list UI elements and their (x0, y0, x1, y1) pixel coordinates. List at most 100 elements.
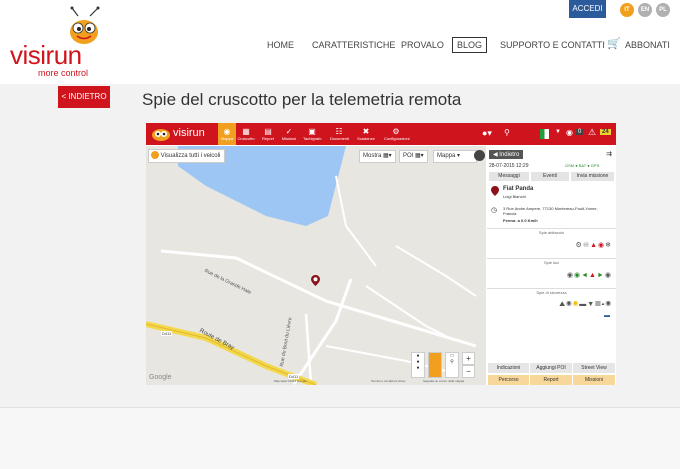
vehicle-panel: ◀ Indietro ⇉ 28-07-2015 12:29 GSM ● BAT … (487, 146, 616, 385)
logo-wordmark: visirun (10, 40, 82, 70)
report-icon: ▤ (264, 127, 272, 136)
poi-dropdown[interactable]: POI ▦▾ (399, 150, 428, 163)
action-report[interactable]: Report (530, 375, 572, 385)
action-street-view[interactable]: Street View (573, 363, 615, 373)
logo-tagline: more control (38, 68, 89, 78)
flag-italy-icon[interactable] (540, 129, 554, 139)
expand-icon[interactable]: ⇉ (606, 150, 612, 158)
vehicle-name: Fiat Panda (503, 186, 534, 192)
tachograph-icon: ▣ (308, 127, 316, 136)
action-aggiungi-poi[interactable]: Aggiungi POI (530, 363, 572, 373)
section-title: Spie luci (543, 260, 560, 265)
panel-tab-messaggi[interactable]: Messaggi (489, 172, 529, 181)
user-icon[interactable]: ●▾ (482, 128, 492, 139)
toolbar-missioni[interactable]: ✓ Missioni (280, 127, 298, 141)
app-brand: visirun (173, 127, 205, 139)
nav-provalo[interactable]: PROVALO (401, 40, 444, 50)
section-title: Spie abitacolo (538, 230, 565, 235)
show-all-icon (151, 151, 159, 160)
toolbar-documenti[interactable]: ☷ Documenti (330, 127, 349, 141)
pan-control[interactable]: ● ● ● (411, 352, 425, 378)
chevron-down-icon[interactable]: ▼ (555, 129, 561, 135)
map-settings-icon[interactable] (474, 150, 485, 161)
chat-count-badge: 0 (576, 129, 584, 135)
vehicle-marker-icon[interactable] (311, 273, 320, 286)
map-report-link[interactable]: Segnala un errore nella mappa (423, 379, 464, 383)
road-grey-3 (304, 313, 313, 385)
footer-band (0, 407, 680, 469)
clock-icon: ◷ (491, 207, 498, 214)
vehicle-status: Fermo: a 0.0 Km/h (503, 218, 538, 223)
map-canvas (146, 146, 477, 385)
map-terms-link[interactable]: Termini e condizioni d'uso (371, 379, 405, 383)
map-copyright: Map data ©2015 Google (274, 379, 307, 383)
globe-icon: ◉ (223, 127, 231, 136)
nav-supporto[interactable]: SUPPORTO E CONTATTI (500, 40, 605, 50)
action-missioni[interactable]: Missioni (573, 375, 615, 385)
app-screenshot: visirun ◉ Mappa ▦ Cruscotto ▤ Report ✓ Missi… (146, 123, 616, 385)
google-logo: Google (149, 374, 172, 381)
dashboard-icon: ▦ (242, 127, 250, 136)
toolbar-tachigrafo[interactable]: ▣ Tachigrafo (303, 127, 321, 141)
lang-en-button[interactable]: EN (638, 3, 652, 17)
map-type-dropdown[interactable]: Mappa ▾ (433, 150, 477, 163)
cart-icon-app[interactable]: ⚲ (504, 128, 510, 137)
nav-abbonati[interactable]: ABBONATI (625, 40, 670, 50)
map-view[interactable]: Visualizza tutti i veicoli Mostra ▦▾ POI… (146, 146, 486, 385)
check-icon: ✓ (285, 127, 293, 136)
cogs-icon: ⚙ (392, 127, 400, 136)
safety-warning-icons: ⛰◉◉▬▼▤▴◉ (559, 301, 612, 308)
lights-section: Spie luci ◉◉◄▲►◉ (487, 258, 616, 289)
road-grey-2 (292, 278, 353, 385)
show-dropdown[interactable]: Mostra ▦▾ (359, 150, 396, 163)
vehicle-pin-icon (491, 186, 499, 196)
light-warning-icons: ◉◉◄▲►◉ (566, 272, 612, 279)
panel-back-button[interactable]: ◀ Indietro (489, 150, 524, 159)
toolbar-cruscotto[interactable]: ▦ Cruscotto (237, 127, 255, 141)
road-grey-4 (335, 175, 377, 267)
road-grey-5 (395, 245, 477, 297)
app-bee-icon (152, 129, 170, 141)
zoom-box-icon[interactable]: □ ⚲ (445, 352, 459, 378)
panel-tab-eventi[interactable]: Eventi (531, 172, 569, 181)
site-header: visirun more control ACCEDI IT EN PL HOM… (0, 0, 680, 84)
nav-home[interactable]: HOME (267, 40, 294, 50)
toolbar-scadenze[interactable]: ✖ Scadenze (357, 127, 375, 141)
show-all-vehicles[interactable]: Visualizza tutti i veicoli (148, 149, 226, 163)
toolbar-report[interactable]: ▤ Report (259, 127, 277, 141)
device-status: GSM ● BAT ● GPS (565, 163, 600, 168)
road-grey-7 (365, 285, 447, 337)
zoom-out-button[interactable]: − (462, 365, 475, 378)
cart-icon[interactable]: 🛒 (607, 37, 621, 50)
action-indicazioni[interactable]: Indicazioni (488, 363, 529, 373)
driver-name: Luigi Bianchi (503, 194, 526, 199)
section-title: Spie di sicurezza (536, 290, 567, 295)
safety-extra-icon: ▬ (604, 313, 610, 319)
zoom-in-button[interactable]: + (462, 352, 475, 365)
toolbar-mappa[interactable]: ◉ Mappa (218, 123, 236, 145)
document-icon: ☷ (335, 127, 343, 136)
toolbar-configurazioni[interactable]: ⚙ Configurazioni (384, 127, 410, 141)
scissors-icon: ✖ (362, 127, 370, 136)
lang-it-button[interactable]: IT (620, 3, 634, 17)
vehicle-address: 3 Rue Andre Ampere, 77130 Montereau-Faul… (503, 206, 598, 216)
back-button[interactable]: < INDIETRO (58, 86, 110, 108)
safety-section: Spie di sicurezza ⛰◉◉▬▼▤▴◉ ▬ (487, 288, 616, 329)
action-percorso[interactable]: Percorso (488, 375, 529, 385)
panel-datetime: 28-07-2015 12:29 (489, 163, 529, 169)
app-toolbar: visirun ◉ Mappa ▦ Cruscotto ▤ Report ✓ Missi… (146, 123, 616, 145)
cabin-lights-section: Spie abitacolo ⚙♾▲◉❄ (487, 228, 616, 259)
nav-caratteristiche[interactable]: CARATTERISTICHE (312, 40, 395, 50)
page-title: Spie del cruscotto per la telemetria rem… (142, 90, 462, 109)
warning-icon[interactable]: ⚠ (588, 127, 596, 138)
cabin-warning-icons: ⚙♾▲◉❄ (575, 242, 612, 249)
alerts-count-badge: 24 (600, 129, 611, 135)
road-number-badge: D411 (161, 331, 173, 336)
chat-icon[interactable]: ◉ (566, 128, 573, 137)
login-button[interactable]: ACCEDI (569, 0, 606, 18)
lang-pl-button[interactable]: PL (656, 3, 670, 17)
pegman-icon[interactable] (428, 352, 442, 378)
panel-tab-invia-missione[interactable]: Invia missione (571, 172, 614, 181)
visirun-logo[interactable]: visirun more control (6, 6, 116, 78)
nav-blog[interactable]: BLOG (452, 37, 488, 53)
